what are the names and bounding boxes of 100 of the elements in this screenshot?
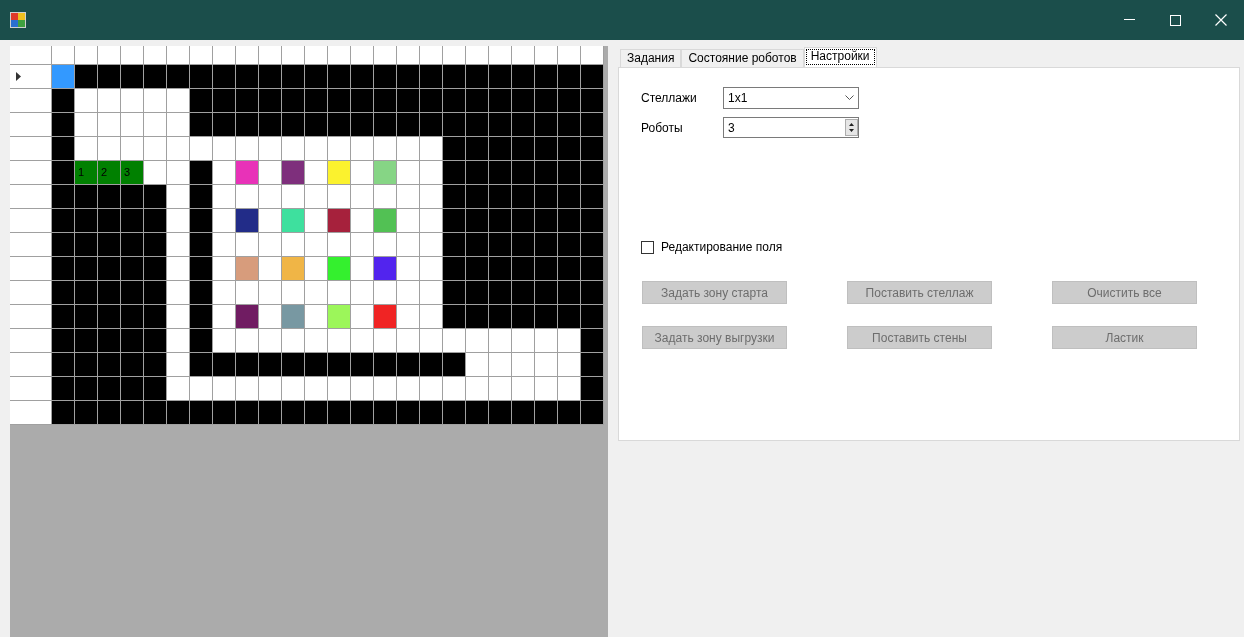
grid-cell[interactable] (190, 305, 213, 329)
grid-cell[interactable] (512, 161, 535, 185)
grid-cell[interactable] (351, 185, 374, 209)
grid-cell[interactable] (351, 281, 374, 305)
grid-cell[interactable] (512, 377, 535, 401)
grid-cell[interactable] (535, 113, 558, 137)
grid-cell[interactable] (443, 281, 466, 305)
grid-cell[interactable] (259, 329, 282, 353)
grid-cell[interactable] (98, 401, 121, 425)
grid-cell[interactable] (535, 401, 558, 425)
grid-cell[interactable] (282, 185, 305, 209)
grid-cell[interactable] (305, 65, 328, 89)
grid-cell[interactable] (489, 401, 512, 425)
grid-cell[interactable] (581, 377, 604, 401)
grid-cell[interactable] (420, 185, 443, 209)
robots-spinner[interactable]: 3 (723, 117, 859, 138)
grid-cell[interactable] (121, 233, 144, 257)
grid-cell[interactable] (466, 305, 489, 329)
tab[interactable]: Состояние роботов (681, 49, 804, 67)
grid-cell[interactable] (558, 89, 581, 113)
grid-cell[interactable] (282, 329, 305, 353)
grid-cell[interactable] (305, 185, 328, 209)
grid-cell[interactable] (420, 305, 443, 329)
shelf-cell[interactable] (282, 209, 305, 233)
grid-cell[interactable] (558, 65, 581, 89)
grid-cell[interactable] (121, 329, 144, 353)
shelf-cell[interactable] (282, 161, 305, 185)
shelf-cell[interactable] (374, 257, 397, 281)
grid-cell[interactable] (374, 113, 397, 137)
grid-cell[interactable] (374, 185, 397, 209)
grid-cell[interactable] (167, 281, 190, 305)
grid-cell[interactable] (75, 209, 98, 233)
grid-cell[interactable] (167, 257, 190, 281)
shelf-cell[interactable] (328, 209, 351, 233)
grid-cell[interactable] (489, 257, 512, 281)
grid-cell[interactable] (121, 377, 144, 401)
grid-cell[interactable] (98, 185, 121, 209)
grid-cell[interactable] (512, 185, 535, 209)
grid-cell[interactable] (305, 377, 328, 401)
grid-cell[interactable] (489, 65, 512, 89)
grid-cell[interactable] (374, 377, 397, 401)
grid-cell[interactable] (397, 137, 420, 161)
grid-cell[interactable] (351, 305, 374, 329)
grid-cell[interactable] (374, 281, 397, 305)
grid-cell[interactable] (144, 137, 167, 161)
grid-cell[interactable] (75, 113, 98, 137)
shelf-cell[interactable] (282, 305, 305, 329)
grid-cell[interactable] (121, 305, 144, 329)
grid-cell[interactable] (489, 113, 512, 137)
grid-cell[interactable] (75, 329, 98, 353)
grid-cell[interactable] (351, 137, 374, 161)
grid-cell[interactable] (512, 209, 535, 233)
grid-cell[interactable] (144, 401, 167, 425)
grid-cell[interactable] (305, 329, 328, 353)
grid-cell[interactable] (581, 401, 604, 425)
grid-cell[interactable] (259, 401, 282, 425)
grid-cell[interactable] (213, 65, 236, 89)
grid-cell[interactable] (213, 233, 236, 257)
grid-cell[interactable] (420, 257, 443, 281)
grid-cell[interactable] (282, 401, 305, 425)
grid-cell[interactable] (121, 89, 144, 113)
grid-cell[interactable] (558, 185, 581, 209)
grid-cell[interactable] (489, 329, 512, 353)
grid-cell[interactable] (489, 281, 512, 305)
grid-cell[interactable] (52, 257, 75, 281)
grid-cell[interactable] (121, 257, 144, 281)
grid-cell[interactable] (190, 377, 213, 401)
grid-cell[interactable] (466, 65, 489, 89)
grid-cell[interactable] (512, 65, 535, 89)
grid-cell[interactable] (213, 281, 236, 305)
grid-cell[interactable] (581, 233, 604, 257)
grid-cell[interactable] (535, 161, 558, 185)
grid-cell[interactable] (489, 185, 512, 209)
grid-cell[interactable] (397, 401, 420, 425)
shelf-cell[interactable] (374, 209, 397, 233)
grid-cell[interactable] (512, 89, 535, 113)
grid-cell[interactable] (144, 161, 167, 185)
grid-cell[interactable] (374, 65, 397, 89)
grid-cell[interactable] (328, 377, 351, 401)
grid-cell[interactable] (581, 305, 604, 329)
grid-cell[interactable] (282, 89, 305, 113)
grid-cell[interactable] (305, 353, 328, 377)
grid-cell[interactable] (236, 353, 259, 377)
grid-cell[interactable] (259, 233, 282, 257)
grid-cell[interactable] (397, 353, 420, 377)
grid-cell[interactable] (98, 113, 121, 137)
grid-cell[interactable] (213, 257, 236, 281)
grid-cell[interactable] (259, 185, 282, 209)
grid-cell[interactable] (443, 137, 466, 161)
grid-cell[interactable] (305, 257, 328, 281)
grid-cell[interactable] (213, 137, 236, 161)
grid-cell[interactable] (512, 281, 535, 305)
grid-cell[interactable] (443, 257, 466, 281)
grid-cell[interactable] (328, 185, 351, 209)
grid-cell[interactable] (489, 305, 512, 329)
grid-cell[interactable] (144, 329, 167, 353)
grid-cell[interactable] (512, 329, 535, 353)
grid-cell[interactable] (213, 185, 236, 209)
grid-cell[interactable] (52, 185, 75, 209)
grid-cell[interactable] (374, 137, 397, 161)
